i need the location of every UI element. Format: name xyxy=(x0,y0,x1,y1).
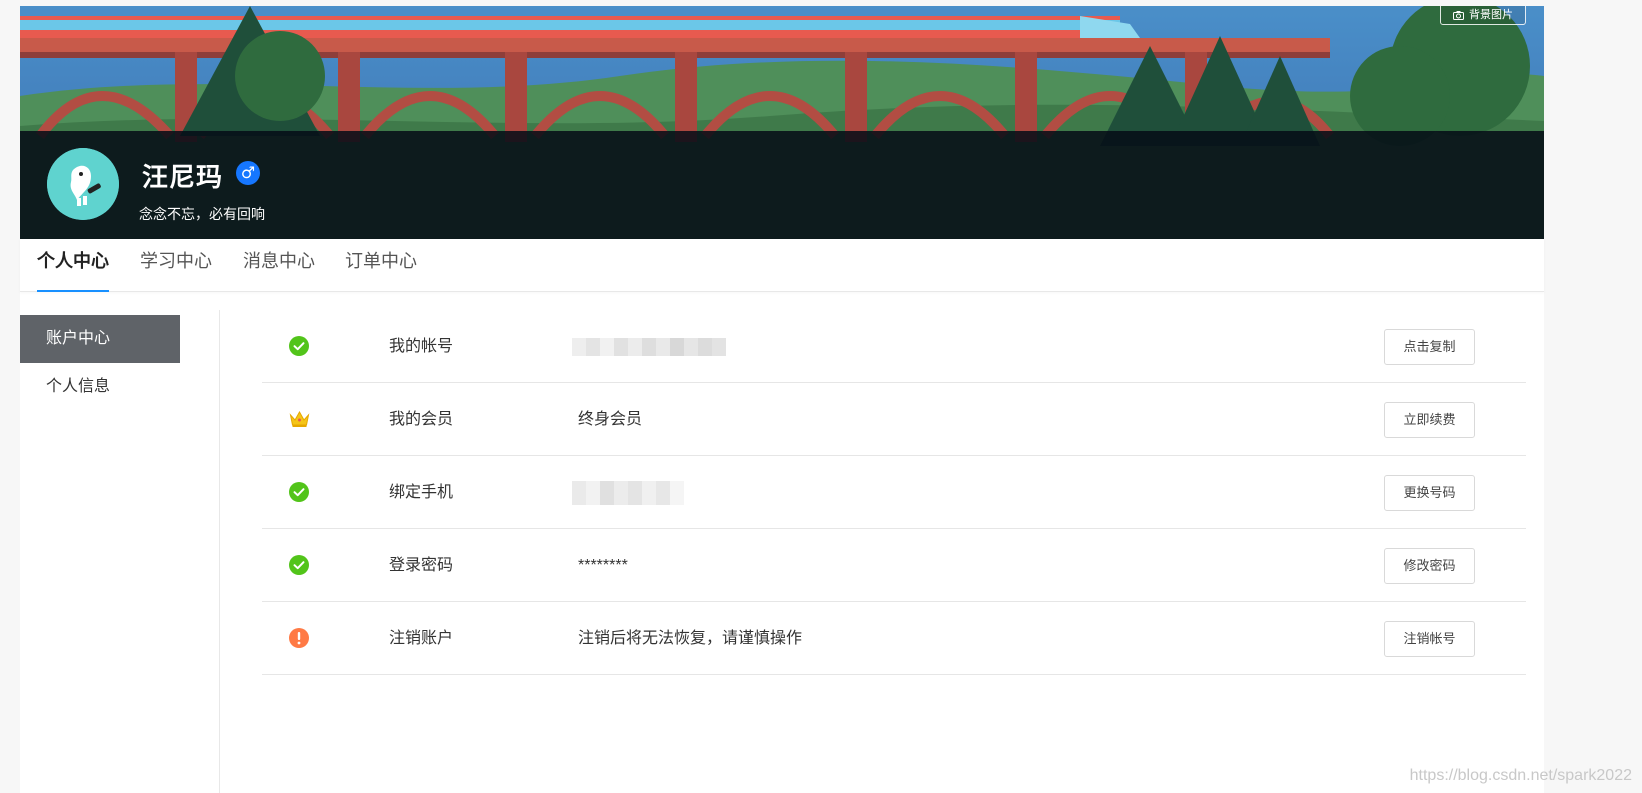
password-row: 登录密码 ******** 修改密码 xyxy=(262,529,1526,602)
tab-message-center[interactable]: 消息中心 xyxy=(243,239,315,292)
password-value: ******** xyxy=(578,557,628,574)
check-circle-icon xyxy=(289,555,309,575)
warning-circle-icon xyxy=(289,628,309,648)
renew-membership-button[interactable]: 立即续费 xyxy=(1384,402,1475,438)
deactivate-account-button[interactable]: 注销帐号 xyxy=(1384,621,1475,657)
username: 汪尼玛 xyxy=(142,162,224,192)
account-row: 我的帐号 点击复制 xyxy=(262,310,1526,383)
account-settings-list: 我的帐号 点击复制 我的会员 终身会员 立即续费 绑定手机 更换号码 登录密码 … xyxy=(262,310,1526,675)
check-circle-icon xyxy=(289,336,309,356)
watermark: https://blog.csdn.net/spark2022 xyxy=(1409,767,1632,784)
deactivate-row: 注销账户 注销后将无法恢复，请谨慎操作 注销帐号 xyxy=(262,602,1526,675)
sidebar-item-account-center[interactable]: 账户中心 xyxy=(20,315,180,363)
phone-row: 绑定手机 更换号码 xyxy=(262,456,1526,529)
row-label: 我的会员 xyxy=(389,411,454,428)
tab-learning-center[interactable]: 学习中心 xyxy=(140,239,212,292)
profile-bar: 汪尼玛 ♂ 念念不忘，必有回响 xyxy=(20,131,1544,239)
masked-phone-value xyxy=(572,481,684,505)
avatar-image xyxy=(47,148,119,220)
check-circle-icon xyxy=(289,482,309,502)
camera-icon xyxy=(1453,10,1464,20)
row-label: 注销账户 xyxy=(389,630,454,647)
row-label: 登录密码 xyxy=(389,557,454,574)
sidebar: 账户中心 个人信息 xyxy=(20,310,220,793)
background-image-label: 背景图片 xyxy=(1469,9,1513,21)
row-label: 我的帐号 xyxy=(389,338,454,355)
page: 背景图片 汪尼玛 ♂ 念念不忘，必有回响 个人中心 学习中心 消息中心 订单中心… xyxy=(0,0,1642,793)
deactivate-warning: 注销后将无法恢复，请谨慎操作 xyxy=(578,630,803,647)
main-panel: 背景图片 汪尼玛 ♂ 念念不忘，必有回响 个人中心 学习中心 消息中心 订单中心… xyxy=(20,6,1544,793)
sidebar-item-personal-info[interactable]: 个人信息 xyxy=(20,363,180,411)
change-password-button[interactable]: 修改密码 xyxy=(1384,548,1475,584)
background-image-button[interactable]: 背景图片 xyxy=(1440,6,1526,25)
avatar[interactable] xyxy=(47,148,119,220)
row-label: 绑定手机 xyxy=(389,484,454,501)
membership-value: 终身会员 xyxy=(578,411,643,428)
tab-personal-center[interactable]: 个人中心 xyxy=(37,239,109,292)
change-phone-button[interactable]: 更换号码 xyxy=(1384,475,1475,511)
profile-tabs: 个人中心 学习中心 消息中心 订单中心 xyxy=(20,239,1544,292)
membership-row: 我的会员 终身会员 立即续费 xyxy=(262,383,1526,456)
profile-banner: 背景图片 汪尼玛 ♂ 念念不忘，必有回响 xyxy=(20,6,1544,239)
tab-order-center[interactable]: 订单中心 xyxy=(345,239,417,292)
user-motto: 念念不忘，必有回响 xyxy=(139,206,265,222)
crown-icon xyxy=(289,410,310,427)
masked-account-value xyxy=(572,338,726,356)
male-icon: ♂ xyxy=(236,161,260,185)
copy-account-button[interactable]: 点击复制 xyxy=(1384,329,1475,365)
